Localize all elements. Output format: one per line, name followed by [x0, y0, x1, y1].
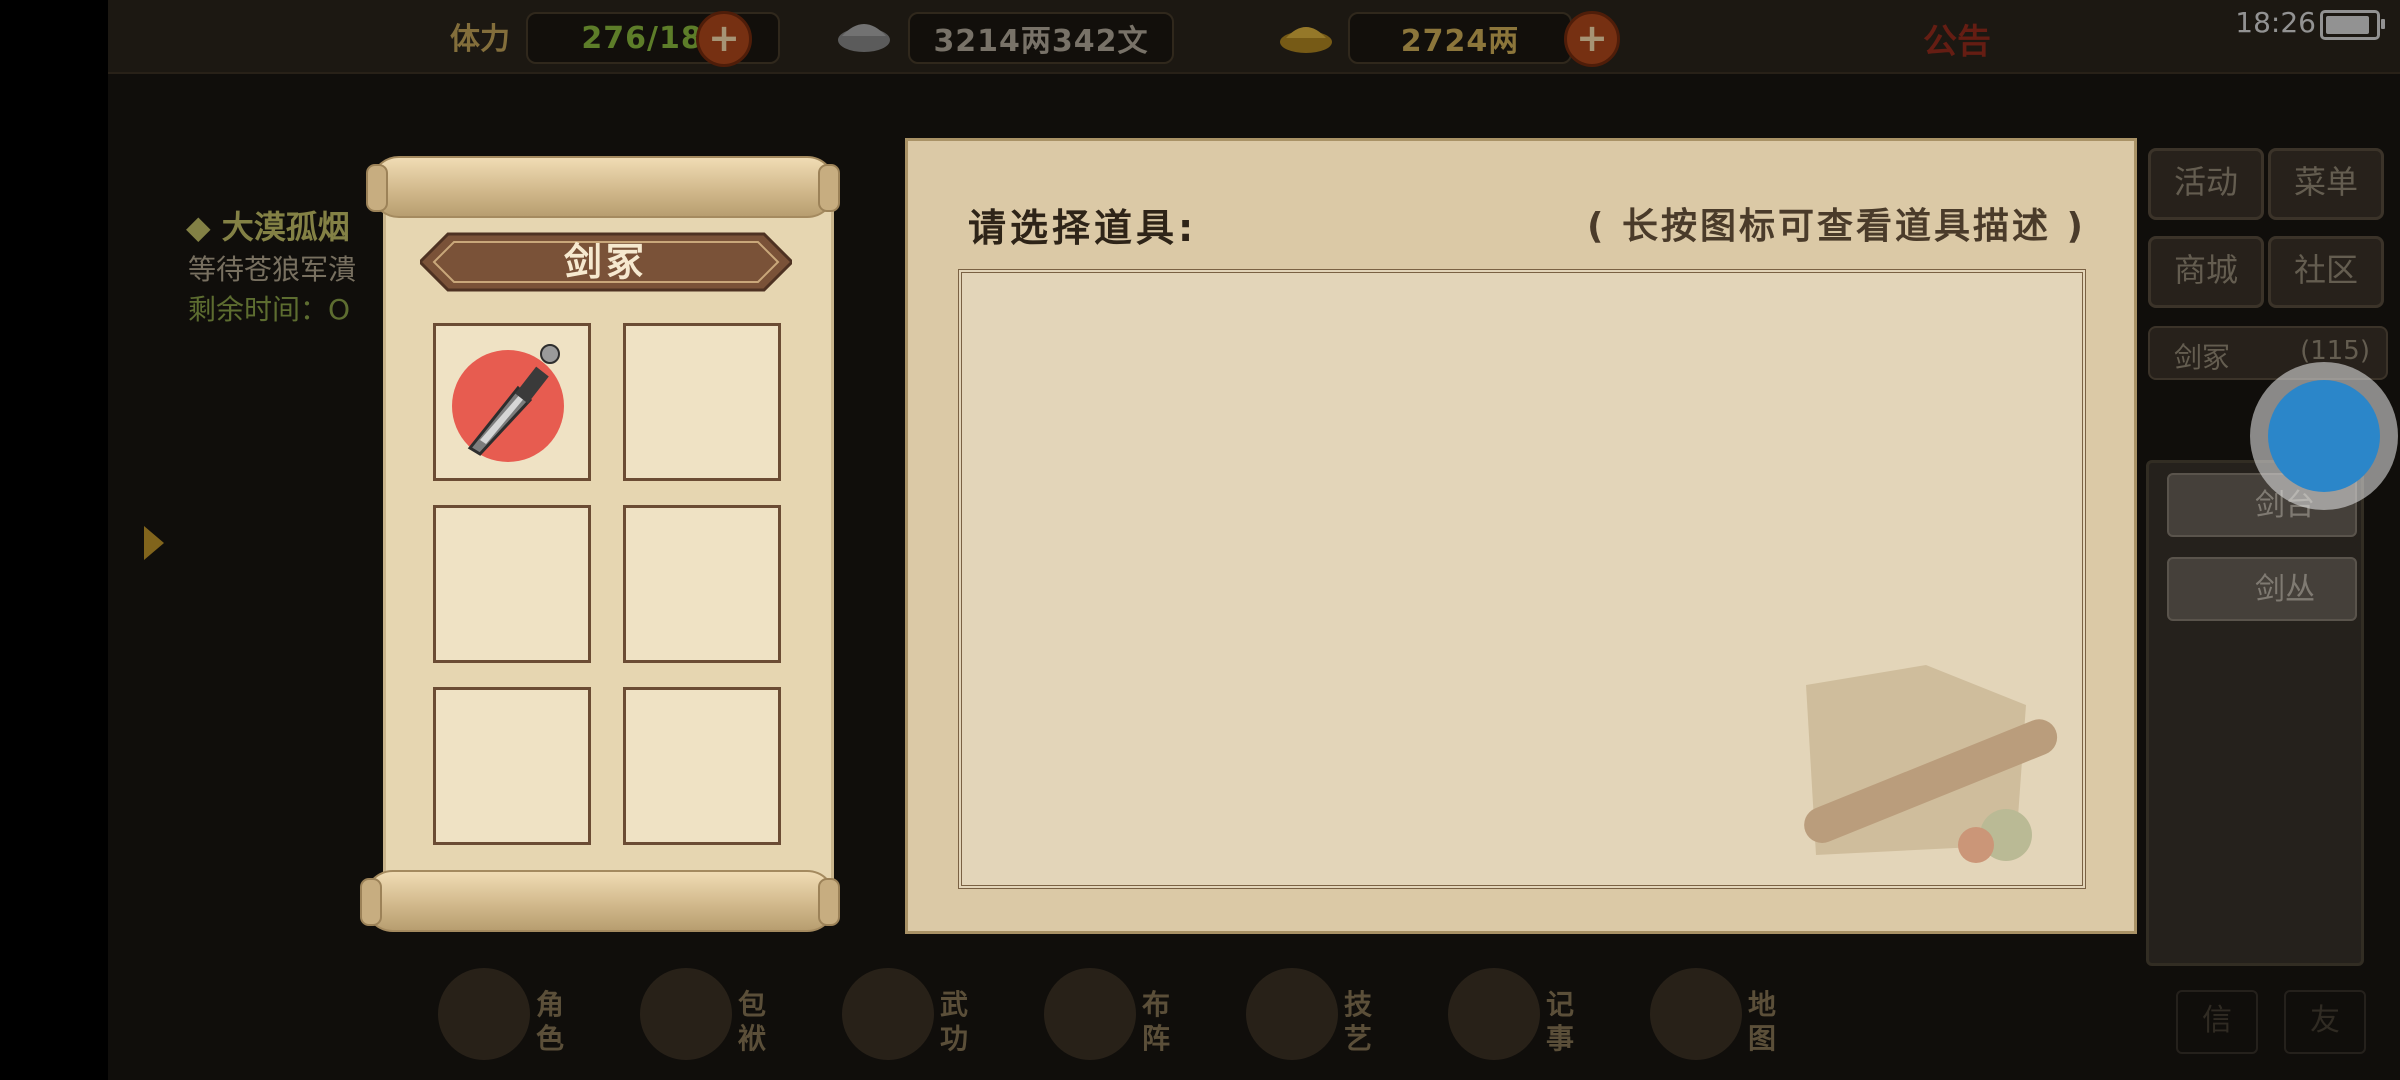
side-small-button-1[interactable]: 信: [2176, 990, 2258, 1054]
journal-icon: [1448, 968, 1540, 1060]
nav-formation[interactable]: 布阵: [1044, 960, 1194, 1070]
item-select-panel: 请选择道具: ( 长按图标可查看道具描述 ): [905, 138, 2137, 934]
quest-description: 等待苍狼军潰: [188, 253, 357, 286]
silver-value-text: 3214两342文: [933, 24, 1149, 59]
item-select-area[interactable]: [958, 269, 2086, 889]
dagger-icon: [440, 330, 584, 478]
character-icon: [438, 968, 530, 1060]
item-slot-5[interactable]: [433, 687, 591, 845]
gold-ingot-icon: [1276, 12, 1336, 62]
item-slot-2[interactable]: [623, 323, 781, 481]
nav-map[interactable]: 地图: [1650, 960, 1800, 1070]
floating-assistant-button[interactable]: [2250, 362, 2398, 510]
item-slot-3[interactable]: [433, 505, 591, 663]
sub-location-button-2[interactable]: 剑丛: [2167, 557, 2357, 621]
nav-martial-arts[interactable]: 武功: [842, 960, 992, 1070]
nav-bag-label: 包袱: [738, 988, 767, 1055]
expand-left-arrow-icon[interactable]: [134, 518, 172, 568]
nav-character-label: 角色: [536, 988, 565, 1055]
gold-currency: 2724两: [1348, 12, 1572, 64]
sub-location-label-2: 剑丛: [2255, 572, 2315, 607]
silver-currency: 3214两342文: [908, 12, 1174, 64]
silver-icon: [834, 12, 894, 62]
quest-remaining-time: 剩余时间：O: [188, 293, 351, 326]
scroll-bottom-rod: [360, 870, 840, 932]
teapot-icon: [1246, 968, 1338, 1060]
stamina-label: 体力: [450, 22, 510, 57]
item-select-title: 请选择道具:: [968, 206, 1198, 250]
scroll-top-rod: [366, 156, 840, 218]
nav-formation-label: 布阵: [1142, 988, 1171, 1055]
scroll-title-banner: 剑冢: [420, 226, 792, 298]
gold-value-text: 2724两: [1400, 24, 1520, 59]
mall-button[interactable]: 商城: [2148, 236, 2264, 308]
add-stamina-button[interactable]: +: [696, 11, 752, 67]
location-count: (115): [2300, 336, 2370, 366]
nav-skills-label: 技艺: [1344, 988, 1373, 1055]
nav-character[interactable]: 角色: [438, 960, 588, 1070]
item-slot-4[interactable]: [623, 505, 781, 663]
item-slot-6[interactable]: [623, 687, 781, 845]
nav-journal-label: 记事: [1546, 988, 1575, 1055]
nav-journal[interactable]: 记事: [1448, 960, 1598, 1070]
item-slot-1[interactable]: [433, 323, 591, 481]
location-name: 剑冢: [2174, 341, 2231, 374]
bag-icon: [640, 968, 732, 1060]
map-icon: [1650, 968, 1742, 1060]
top-resource-bar: 体力 276/180 + 3214两342文 2724两 + 公告: [108, 0, 2400, 74]
item-select-hint: ( 长按图标可查看道具描述 ): [1587, 206, 2086, 247]
nav-martial-arts-label: 武功: [940, 988, 969, 1055]
side-small-button-2[interactable]: 友: [2284, 990, 2366, 1054]
menu-button[interactable]: 菜单: [2268, 148, 2384, 220]
quest-title[interactable]: ◆ 大漠孤烟: [186, 202, 350, 248]
scroll-and-sword-decoration-icon: [1776, 645, 2076, 879]
activity-button[interactable]: 活动: [2148, 148, 2264, 220]
community-button[interactable]: 社区: [2268, 236, 2384, 308]
clock: 18:26: [2235, 6, 2316, 39]
announcement-button[interactable]: 公告: [1923, 14, 1991, 63]
books-icon: [842, 968, 934, 1060]
nav-skills[interactable]: 技艺: [1246, 960, 1396, 1070]
sub-location-panel: 剑台 剑丛: [2146, 460, 2364, 966]
scroll-title: 剑冢: [563, 240, 648, 284]
bagua-icon: [1044, 968, 1136, 1060]
battery-icon: [2320, 10, 2385, 40]
nav-bag[interactable]: 包袱: [640, 960, 790, 1070]
nav-map-label: 地图: [1748, 988, 1777, 1055]
add-gold-button[interactable]: +: [1564, 11, 1620, 67]
